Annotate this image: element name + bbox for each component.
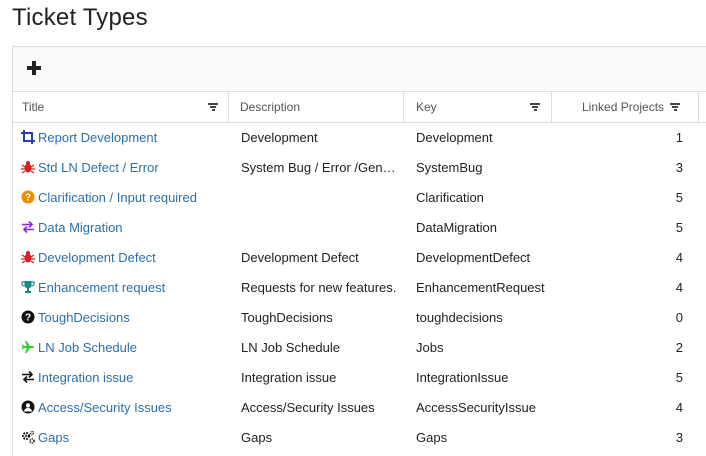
key-cell: Clarification (416, 190, 484, 205)
column-header-title[interactable]: Title (13, 92, 229, 122)
filter-icon[interactable] (530, 103, 540, 111)
description-cell: Development (241, 130, 318, 145)
key-cell: AccessSecurityIssue (416, 400, 536, 415)
filter-icon[interactable] (208, 103, 218, 111)
table-row[interactable]: Access/Security Issues Access/Security Is… (13, 393, 706, 423)
description-cell (241, 183, 399, 213)
ticket-type-link[interactable]: Clarification / Input required (38, 190, 197, 205)
key-cell: Gaps (416, 430, 448, 445)
column-header-linked-projects[interactable]: Linked Projects (552, 92, 699, 122)
cogs-icon (21, 430, 35, 444)
key-cell: toughdecisions (416, 310, 503, 325)
description-cell: Requests for new features. (241, 280, 397, 295)
exchange-icon (21, 370, 35, 384)
table-row[interactable]: Development Defect Development Defect Deve… (13, 243, 706, 273)
ticket-type-link[interactable]: Std LN Defect / Error (38, 160, 159, 175)
title-cell: Enhancement request (21, 273, 227, 303)
table-row[interactable]: ? ToughDecisions ToughDecisions toughdecisi… (13, 303, 706, 333)
ticket-type-link[interactable]: Integration issue (38, 370, 133, 385)
table-row[interactable]: Integration issue Integration issue Integr… (13, 363, 706, 393)
linked-projects-cell: 2 (675, 340, 683, 355)
question-circle-icon: ? (21, 190, 35, 204)
description-cell: Gaps (241, 430, 273, 445)
ticket-type-link[interactable]: ToughDecisions (38, 310, 130, 325)
description-cell: Access/Security Issues (241, 400, 375, 415)
table-row[interactable]: Report Development Development Development… (13, 123, 706, 153)
linked-projects-cell: 4 (675, 400, 683, 415)
title-cell: Development Defect (21, 243, 227, 273)
linked-projects-cell: 1 (675, 130, 683, 145)
table-row[interactable]: Data Migration DataMigration 5 (13, 213, 706, 243)
grid-header: Title Description Key Linked Projects (13, 92, 706, 123)
bug-icon (21, 250, 35, 264)
grid-body: Report Development Development Development… (13, 123, 706, 453)
key-cell: Jobs (416, 340, 444, 355)
title-cell: ? ToughDecisions (21, 303, 227, 333)
table-row[interactable]: ? Clarification / Input required Clarifica… (13, 183, 706, 213)
ticket-types-grid: Title Description Key Linked Projects Re… (12, 46, 706, 456)
grid-toolbar (13, 47, 706, 92)
title-cell: ? Clarification / Input required (21, 183, 227, 213)
column-header-label: Description (240, 100, 301, 114)
trophy-icon (21, 280, 35, 294)
column-header-description[interactable]: Description (229, 92, 404, 122)
table-row[interactable]: Std LN Defect / Error System Bug / Error … (13, 153, 706, 183)
description-cell: Development Defect (241, 250, 359, 265)
key-cell: EnhancementRequest (416, 280, 545, 295)
title-cell: Data Migration (21, 213, 227, 243)
filter-icon[interactable] (670, 103, 680, 111)
description-cell: System Bug / Error /General Issue (241, 160, 399, 175)
exchange-icon (21, 220, 35, 234)
linked-projects-cell: 3 (675, 160, 683, 175)
title-cell: Integration issue (21, 363, 227, 393)
key-cell: Development (416, 130, 493, 145)
linked-projects-cell: 4 (675, 280, 683, 295)
svg-text:?: ? (25, 193, 31, 204)
key-cell: DevelopmentDefect (416, 250, 531, 265)
linked-projects-cell: 5 (675, 220, 683, 235)
ticket-type-link[interactable]: Enhancement request (38, 280, 165, 295)
linked-projects-cell: 3 (675, 430, 683, 445)
ticket-type-link[interactable]: Gaps (38, 430, 69, 445)
column-header-key[interactable]: Key (404, 92, 552, 122)
table-row[interactable]: Gaps Gaps Gaps 3 (13, 423, 706, 453)
svg-text:?: ? (25, 313, 31, 324)
linked-projects-cell: 5 (675, 370, 683, 385)
key-cell: IntegrationIssue (416, 370, 509, 385)
ticket-type-link[interactable]: Development Defect (38, 250, 156, 265)
ticket-type-link[interactable]: LN Job Schedule (38, 340, 137, 355)
title-cell: Access/Security Issues (21, 393, 227, 423)
linked-projects-cell: 5 (675, 190, 683, 205)
column-header-label: Linked Projects (582, 100, 665, 114)
ticket-type-link[interactable]: Report Development (38, 130, 157, 145)
title-cell: Std LN Defect / Error (21, 153, 227, 183)
ticket-type-link[interactable]: Data Migration (38, 220, 123, 235)
key-cell: DataMigration (416, 220, 497, 235)
user-circle-icon (21, 400, 35, 414)
title-cell: LN Job Schedule (21, 333, 227, 363)
column-header-label: Key (416, 100, 437, 114)
linked-projects-cell: 4 (675, 250, 683, 265)
question-circle-icon: ? (21, 310, 35, 324)
title-cell: Gaps (21, 423, 227, 453)
plane-icon (21, 340, 35, 354)
description-cell: Integration issue (241, 370, 337, 385)
table-row[interactable]: Enhancement request Requests for new feat… (13, 273, 706, 303)
description-cell: LN Job Schedule (241, 340, 341, 355)
table-row[interactable]: LN Job Schedule LN Job Schedule Jobs 2 (13, 333, 706, 363)
bug-icon (21, 160, 35, 174)
description-cell (241, 213, 399, 243)
title-cell: Report Development (21, 123, 227, 153)
description-cell: ToughDecisions (241, 310, 333, 325)
crop-icon (21, 130, 35, 144)
page-title: Ticket Types (12, 4, 148, 31)
ticket-type-link[interactable]: Access/Security Issues (38, 400, 172, 415)
key-cell: SystemBug (416, 160, 483, 175)
linked-projects-cell: 0 (675, 310, 683, 325)
column-header-label: Title (22, 100, 45, 114)
add-ticket-type-button[interactable] (25, 59, 43, 77)
